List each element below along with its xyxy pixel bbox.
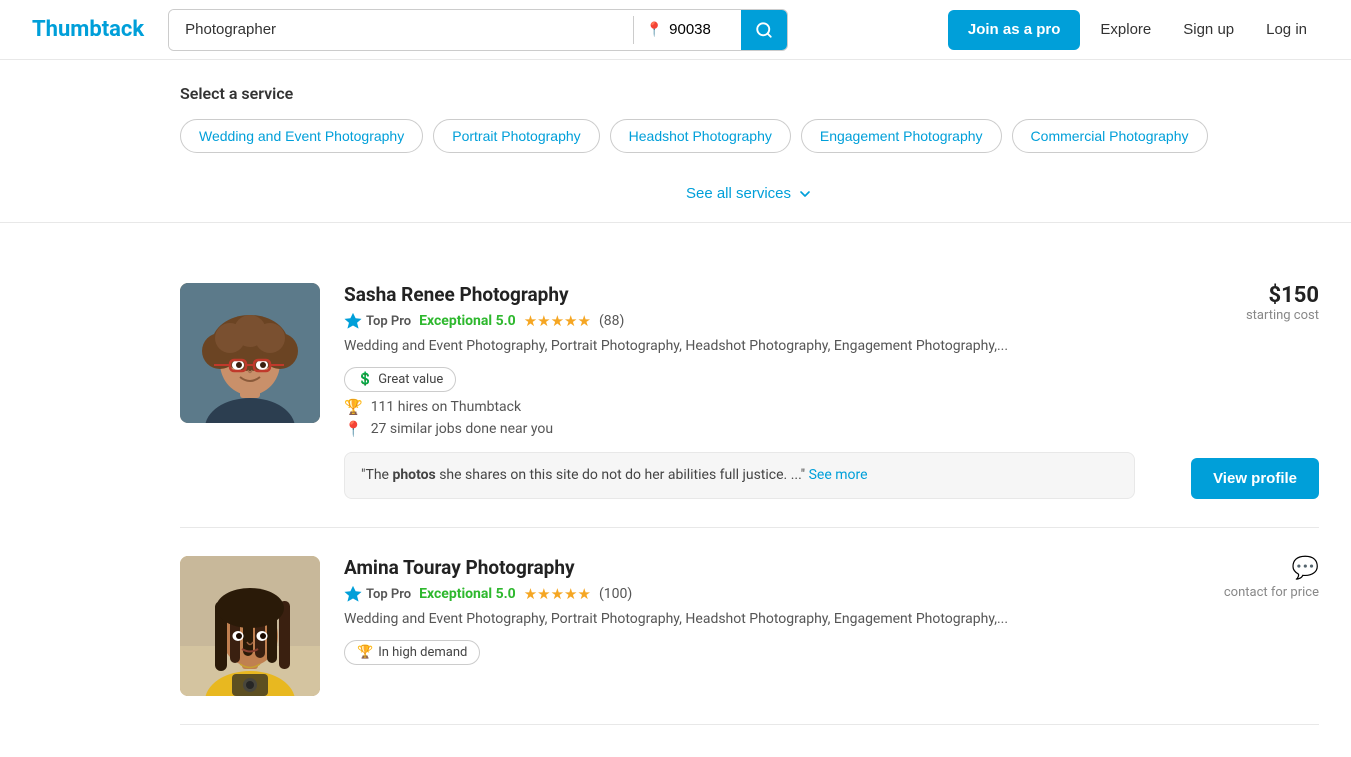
review-count-2: (100) xyxy=(599,586,632,602)
pro-right-2: 💬 contact for price xyxy=(1159,556,1319,696)
location-pin-icon: 📍 xyxy=(646,22,663,38)
search-icon xyxy=(755,21,773,39)
location-display: 📍 xyxy=(634,10,741,50)
stars-2: ★★★★★ xyxy=(524,585,591,603)
pro-card-1: Sasha Renee Photography Top Pro Exceptio… xyxy=(180,255,1319,528)
services-title: Select a service xyxy=(180,84,1319,103)
review-bold-word: photos xyxy=(392,467,435,483)
pro-badges-1: Top Pro Exceptional 5.0 ★★★★★ (88) xyxy=(344,312,1135,330)
pro-photo-1 xyxy=(180,283,320,423)
top-pro-text-2: Top Pro xyxy=(366,587,411,602)
search-input[interactable] xyxy=(169,10,633,50)
brand-logo[interactable]: Thumbtack xyxy=(32,17,144,42)
services-section: Select a service Wedding and Event Photo… xyxy=(0,60,1351,223)
top-pro-icon-2 xyxy=(344,585,362,603)
pro-photo-2 xyxy=(180,556,320,696)
login-nav-link[interactable]: Log in xyxy=(1254,10,1319,50)
review-excerpt-1: "The photos she shares on this site do n… xyxy=(344,452,1135,499)
see-all-services-button[interactable]: See all services xyxy=(686,185,813,202)
search-bar: 📍 xyxy=(168,9,788,51)
contact-price-label: contact for price xyxy=(1224,585,1319,600)
exceptional-rating-2: Exceptional 5.0 xyxy=(419,586,516,602)
pro-card-2: Amina Touray Photography Top Pro Excepti… xyxy=(180,528,1319,725)
pro-services-1: Wedding and Event Photography, Portrait … xyxy=(344,336,1135,357)
great-value-badge: 💲 Great value xyxy=(344,367,456,392)
results-section: Sasha Renee Photography Top Pro Exceptio… xyxy=(0,223,1351,757)
location-icon: 📍 xyxy=(344,420,363,438)
chat-icon: 💬 xyxy=(1292,556,1319,581)
join-pro-button[interactable]: Join as a pro xyxy=(948,10,1081,50)
flame-icon: 🏆 xyxy=(357,645,373,660)
service-pill-headshot[interactable]: Headshot Photography xyxy=(610,119,791,153)
pro-avatar-2 xyxy=(180,556,320,696)
top-pro-badge-1: Top Pro xyxy=(344,312,411,330)
top-pro-icon-1 xyxy=(344,312,362,330)
nearby-jobs-stat: 📍 27 similar jobs done near you xyxy=(344,420,1135,438)
pro-right-1: $150 starting cost View profile xyxy=(1159,283,1319,499)
service-pill-engagement[interactable]: Engagement Photography xyxy=(801,119,1002,153)
view-profile-button-1[interactable]: View profile xyxy=(1191,458,1319,499)
review-count-1: (88) xyxy=(599,313,624,329)
badge-row-2: 🏆 In high demand xyxy=(344,640,1135,665)
pro-info-2: Amina Touray Photography Top Pro Excepti… xyxy=(344,556,1135,696)
exceptional-rating-1: Exceptional 5.0 xyxy=(419,313,516,329)
price-label-1: starting cost xyxy=(1246,308,1319,323)
contact-block-2: 💬 contact for price xyxy=(1224,556,1319,600)
nearby-jobs-count: 27 similar jobs done near you xyxy=(371,421,553,437)
badge-row-1: 💲 Great value xyxy=(344,367,1135,392)
pro-avatar-1 xyxy=(180,283,320,423)
hires-stat: 🏆 111 hires on Thumbtack xyxy=(344,398,1135,416)
stars-1: ★★★★★ xyxy=(524,312,591,330)
in-demand-badge: 🏆 In high demand xyxy=(344,640,480,665)
pro-stats-1: 🏆 111 hires on Thumbtack 📍 27 similar jo… xyxy=(344,398,1135,438)
pro-name-1: Sasha Renee Photography xyxy=(344,283,1135,306)
search-button[interactable] xyxy=(741,10,787,50)
dollar-icon: 💲 xyxy=(357,372,373,387)
service-pill-wedding[interactable]: Wedding and Event Photography xyxy=(180,119,423,153)
price-block-1: $150 starting cost xyxy=(1246,283,1319,323)
pro-badges-2: Top Pro Exceptional 5.0 ★★★★★ (100) xyxy=(344,585,1135,603)
in-demand-label: In high demand xyxy=(378,645,467,660)
chevron-down-icon xyxy=(797,186,813,202)
price-amount-1: $150 xyxy=(1246,283,1319,308)
review-suffix: she shares on this site do not do her ab… xyxy=(436,467,805,483)
pro-info-1: Sasha Renee Photography Top Pro Exceptio… xyxy=(344,283,1135,499)
signup-nav-link[interactable]: Sign up xyxy=(1171,10,1246,50)
trophy-icon: 🏆 xyxy=(344,398,363,416)
great-value-label: Great value xyxy=(378,372,443,387)
review-prefix: "The xyxy=(361,467,392,483)
see-more-link[interactable]: See more xyxy=(809,467,868,483)
service-pill-portrait[interactable]: Portrait Photography xyxy=(433,119,599,153)
header: Thumbtack 📍 Join as a pro Explore Sign u… xyxy=(0,0,1351,60)
header-nav: Join as a pro Explore Sign up Log in xyxy=(948,10,1319,50)
see-all-label: See all services xyxy=(686,185,791,202)
pro-name-2: Amina Touray Photography xyxy=(344,556,1135,579)
hires-count: 111 hires on Thumbtack xyxy=(371,399,521,415)
service-pill-commercial[interactable]: Commercial Photography xyxy=(1012,119,1208,153)
explore-nav-link[interactable]: Explore xyxy=(1088,10,1163,50)
pro-services-2: Wedding and Event Photography, Portrait … xyxy=(344,609,1135,630)
top-pro-text-1: Top Pro xyxy=(366,314,411,329)
top-pro-badge-2: Top Pro xyxy=(344,585,411,603)
service-pills: Wedding and Event Photography Portrait P… xyxy=(180,119,1319,153)
location-input[interactable] xyxy=(669,21,729,38)
